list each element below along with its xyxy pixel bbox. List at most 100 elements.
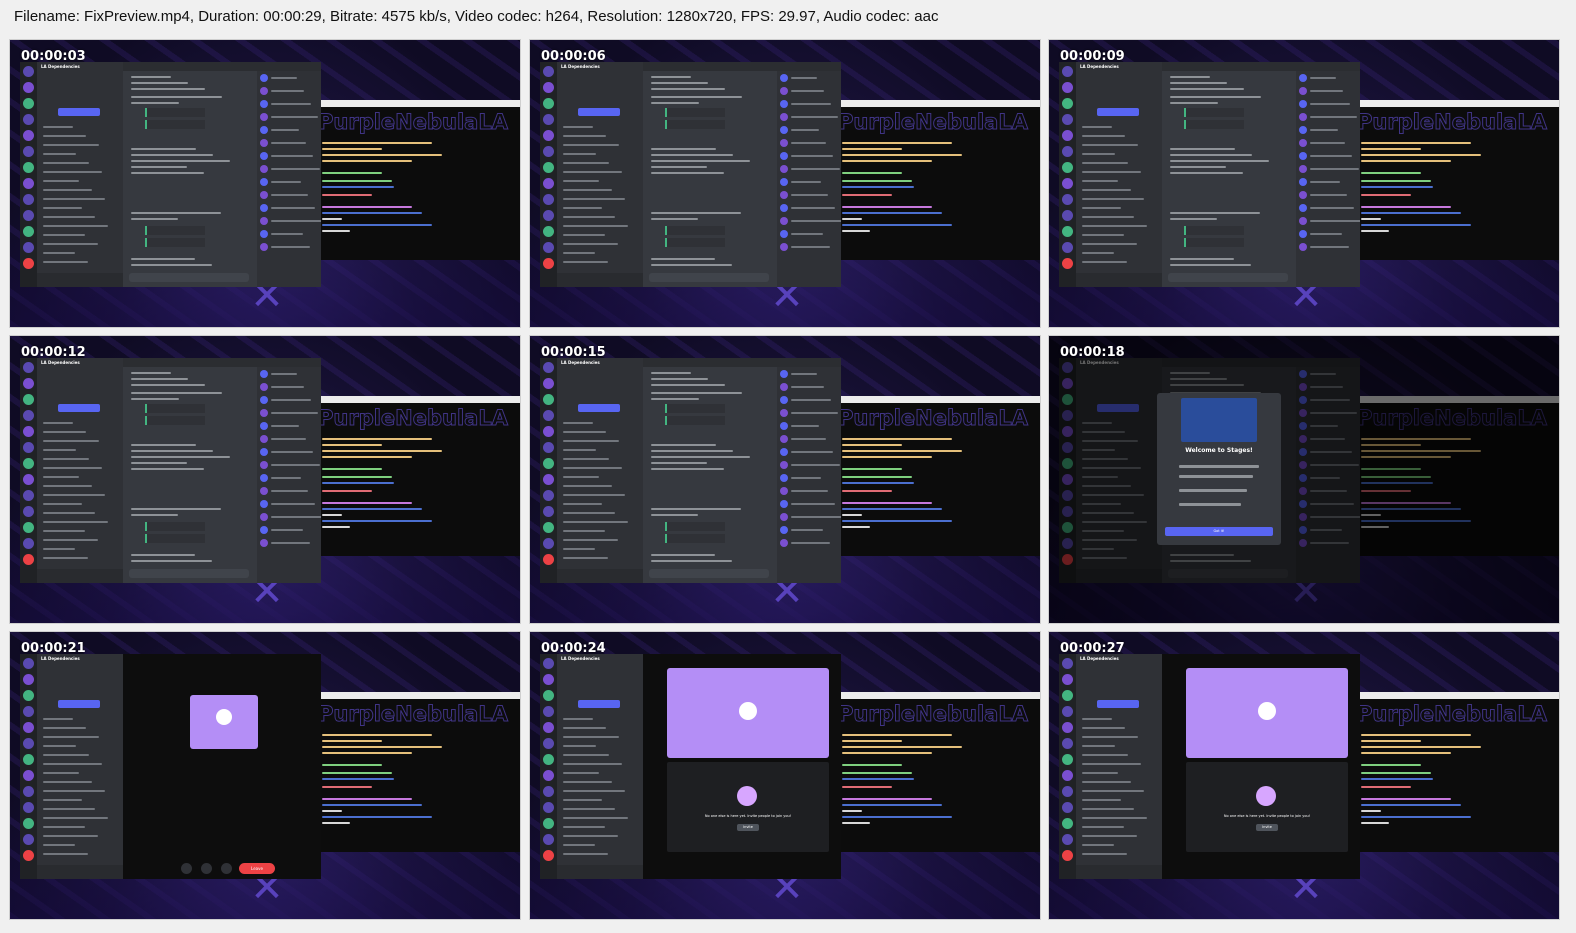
channel-item[interactable] xyxy=(43,180,79,182)
channel-item[interactable] xyxy=(43,799,82,801)
server-icon[interactable] xyxy=(23,786,34,797)
channel-item[interactable] xyxy=(43,817,108,819)
channel-item[interactable] xyxy=(563,135,606,137)
server-icon[interactable] xyxy=(23,706,34,717)
server-icon[interactable] xyxy=(1062,66,1073,77)
invite-people-button[interactable] xyxy=(578,404,620,412)
server-icon[interactable] xyxy=(1062,754,1073,765)
server-icon[interactable] xyxy=(543,802,554,813)
channel-item[interactable] xyxy=(43,431,86,433)
channel-item[interactable] xyxy=(43,261,88,263)
server-icon[interactable] xyxy=(23,818,34,829)
member-item[interactable] xyxy=(271,529,303,531)
server-icon[interactable] xyxy=(1062,162,1073,173)
server-icon[interactable] xyxy=(23,410,34,421)
server-icon[interactable] xyxy=(23,258,34,269)
channel-item[interactable] xyxy=(1082,180,1118,182)
server-icon[interactable] xyxy=(23,114,34,125)
channel-item[interactable] xyxy=(1082,216,1134,218)
channel-item[interactable] xyxy=(563,539,618,541)
channel-item[interactable] xyxy=(563,521,628,523)
server-icon[interactable] xyxy=(23,66,34,77)
server-icon[interactable] xyxy=(23,738,34,749)
channel-item[interactable] xyxy=(563,198,625,200)
server-icon[interactable] xyxy=(23,674,34,685)
channel-item[interactable] xyxy=(43,126,73,128)
server-icon[interactable] xyxy=(23,554,34,565)
server-icon[interactable] xyxy=(1062,98,1073,109)
server-icon[interactable] xyxy=(543,114,554,125)
channel-item[interactable] xyxy=(563,799,602,801)
channel-item[interactable] xyxy=(1082,736,1138,738)
message-input[interactable] xyxy=(129,569,249,578)
member-item[interactable] xyxy=(791,168,840,170)
server-icon[interactable] xyxy=(1062,242,1073,253)
server-icon[interactable] xyxy=(543,410,554,421)
member-item[interactable] xyxy=(791,412,838,414)
video-thumbnail[interactable]: ✕ PurpleNebulaLA LA Dependencies No one els… xyxy=(1049,632,1559,919)
member-item[interactable] xyxy=(1310,181,1340,183)
channel-item[interactable] xyxy=(1082,198,1144,200)
server-icon[interactable] xyxy=(543,98,554,109)
channel-item[interactable] xyxy=(1082,844,1114,846)
member-item[interactable] xyxy=(791,490,828,492)
channel-item[interactable] xyxy=(563,835,618,837)
member-item[interactable] xyxy=(791,77,817,79)
member-item[interactable] xyxy=(791,542,830,544)
channel-item[interactable] xyxy=(563,162,609,164)
channel-item[interactable] xyxy=(43,826,85,828)
server-icon[interactable] xyxy=(543,690,554,701)
server-icon[interactable] xyxy=(23,474,34,485)
channel-item[interactable] xyxy=(43,835,98,837)
server-icon[interactable] xyxy=(23,394,34,405)
channel-item[interactable] xyxy=(43,153,76,155)
member-item[interactable] xyxy=(271,412,318,414)
channel-item[interactable] xyxy=(563,476,599,478)
server-icon[interactable] xyxy=(1062,658,1073,669)
video-thumbnail[interactable]: ✕PurpleNebulaLALA DependenciesWelcome to… xyxy=(1049,336,1559,623)
channel-item[interactable] xyxy=(563,458,609,460)
channel-item[interactable] xyxy=(43,745,76,747)
video-button[interactable] xyxy=(181,863,192,874)
channel-item[interactable] xyxy=(43,449,76,451)
channel-item[interactable] xyxy=(563,781,612,783)
invite-people-button[interactable] xyxy=(1097,700,1139,708)
member-item[interactable] xyxy=(1310,90,1343,92)
member-item[interactable] xyxy=(1310,207,1354,209)
member-item[interactable] xyxy=(791,103,831,105)
video-thumbnail[interactable]: ✕ PurpleNebulaLA LA Dependencies 00:00:15 xyxy=(530,336,1040,623)
server-icon[interactable] xyxy=(543,754,554,765)
channel-item[interactable] xyxy=(563,189,612,191)
server-icon[interactable] xyxy=(543,194,554,205)
member-item[interactable] xyxy=(271,464,320,466)
server-icon[interactable] xyxy=(1062,114,1073,125)
member-item[interactable] xyxy=(271,438,306,440)
server-icon[interactable] xyxy=(543,258,554,269)
server-icon[interactable] xyxy=(23,834,34,845)
member-item[interactable] xyxy=(791,142,826,144)
server-icon[interactable] xyxy=(23,378,34,389)
message-input[interactable] xyxy=(649,273,769,282)
channel-item[interactable] xyxy=(563,817,628,819)
channel-item[interactable] xyxy=(1082,754,1128,756)
channel-item[interactable] xyxy=(1082,826,1124,828)
member-item[interactable] xyxy=(271,542,310,544)
member-item[interactable] xyxy=(791,399,831,401)
channel-item[interactable] xyxy=(1082,144,1138,146)
channel-item[interactable] xyxy=(563,530,605,532)
channel-item[interactable] xyxy=(43,243,98,245)
server-icon[interactable] xyxy=(23,850,34,861)
server-icon[interactable] xyxy=(1062,786,1073,797)
server-icon[interactable] xyxy=(543,362,554,373)
mute-button[interactable] xyxy=(221,863,232,874)
member-item[interactable] xyxy=(271,246,310,248)
server-icon[interactable] xyxy=(23,242,34,253)
channel-item[interactable] xyxy=(43,171,102,173)
channel-item[interactable] xyxy=(563,718,593,720)
channel-item[interactable] xyxy=(563,503,602,505)
channel-item[interactable] xyxy=(43,727,86,729)
channel-item[interactable] xyxy=(43,207,82,209)
server-icon[interactable] xyxy=(1062,850,1073,861)
channel-item[interactable] xyxy=(1082,781,1131,783)
member-item[interactable] xyxy=(271,516,321,518)
